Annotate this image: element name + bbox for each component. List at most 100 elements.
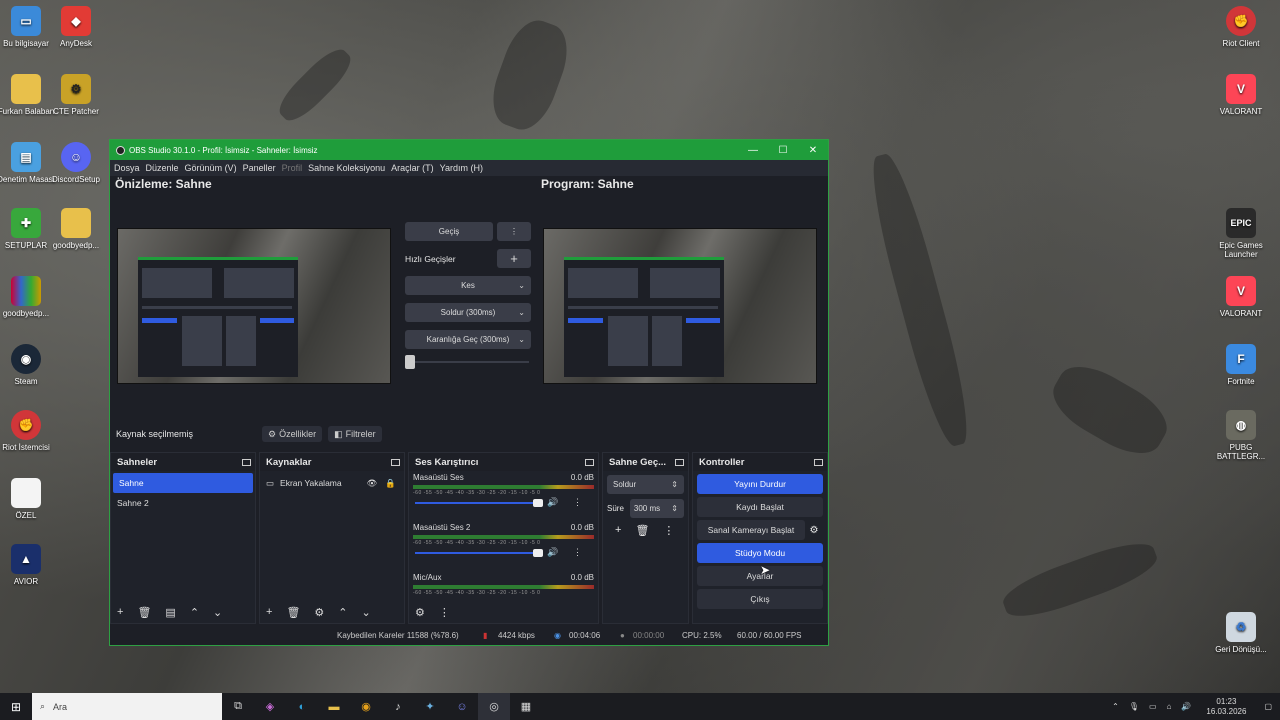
gear-icon[interactable]: ⚙: [805, 525, 823, 536]
app-icon[interactable]: ✦: [414, 693, 446, 720]
desktop-icon-valorant-1[interactable]: V VALORANT: [1209, 74, 1273, 116]
studio-mode-button[interactable]: Stüdyo Modu: [697, 543, 823, 563]
tiktok-icon[interactable]: ♪: [382, 693, 414, 720]
desktop-icon-anydesk[interactable]: ◆ AnyDesk: [44, 6, 108, 48]
scene-item[interactable]: Sahne: [113, 473, 253, 493]
more-vertical-icon[interactable]: ⋮: [573, 497, 582, 508]
transition-panel: Geçiş ⋮ Hızlı Geçişler + Kes ⌄ Soldur (30…: [405, 222, 531, 369]
scene-filters-icon[interactable]: ▤: [165, 606, 175, 619]
chrome-icon[interactable]: ◉: [350, 693, 382, 720]
move-up-icon[interactable]: ⌃: [338, 606, 347, 619]
app2-taskbar-icon[interactable]: ▦: [510, 693, 542, 720]
menu-scene-collection[interactable]: Sahne Koleksiyonu: [308, 163, 385, 173]
undock-icon[interactable]: [675, 458, 684, 466]
speaker-icon[interactable]: 🔊: [547, 547, 558, 558]
task-view-icon[interactable]: ⧉: [222, 693, 254, 720]
desktop-icon-recycle-bin[interactable]: ♻ Geri Dönüşü...: [1209, 612, 1273, 654]
menu-help[interactable]: Yardım (H): [440, 163, 483, 173]
start-recording-button[interactable]: Kaydı Başlat: [697, 497, 823, 517]
desktop-icon-steam[interactable]: ◉ Steam: [0, 344, 58, 386]
clock[interactable]: 01:23 16.03.2026: [1206, 697, 1246, 717]
desktop-icon-riot-client-right[interactable]: ✊ Riot Client: [1209, 6, 1273, 48]
move-down-icon[interactable]: ⌄: [362, 606, 371, 619]
properties-button[interactable]: ⚙ Özellikler: [262, 426, 323, 442]
tray-chevron-icon[interactable]: ⌃: [1112, 702, 1119, 711]
monitor-icon: ▭: [266, 477, 275, 488]
microphone-icon[interactable]: 🎙: [1129, 702, 1139, 711]
menu-file[interactable]: Dosya: [114, 163, 140, 173]
menu-profile[interactable]: Profil: [282, 163, 303, 173]
desktop-icon-cte-patcher[interactable]: ⚙ CTE Patcher: [44, 74, 108, 116]
transition-type-select[interactable]: Soldur ⇕: [607, 475, 684, 494]
remove-source-icon[interactable]: 🗑: [286, 606, 300, 619]
visibility-eye-icon[interactable]: 👁: [367, 478, 378, 489]
move-down-icon[interactable]: ⌄: [213, 606, 222, 619]
menu-edit[interactable]: Düzenle: [146, 163, 179, 173]
lock-icon[interactable]: 🔒: [385, 478, 396, 489]
transition-button[interactable]: Geçiş: [405, 222, 493, 241]
edge-icon[interactable]: ◐: [286, 693, 318, 720]
mixer-settings-icon[interactable]: ⚙: [415, 606, 425, 619]
start-virtual-camera-button[interactable]: Sanal Kamerayı Başlat: [697, 520, 805, 540]
start-button[interactable]: ⊞: [0, 693, 32, 720]
desktop-icon-goodbyedpi-archive[interactable]: goodbyedp...: [0, 276, 58, 318]
quick-transition-cut[interactable]: Kes ⌄: [405, 276, 531, 295]
add-scene-icon[interactable]: +: [117, 606, 123, 618]
desktop-icon-riot-client[interactable]: ✊ Riot İstemcisi: [0, 410, 58, 452]
more-vertical-icon[interactable]: ⋮: [663, 524, 674, 537]
obs-taskbar-icon[interactable]: ◎: [478, 693, 510, 720]
quick-transition-fade[interactable]: Soldur (300ms) ⌄: [405, 303, 531, 322]
desktop-icon-avior[interactable]: ▲ AVIOR: [0, 544, 58, 586]
tbar-handle[interactable]: [405, 355, 415, 369]
menu-bar: Dosya Düzenle Görünüm (V) Paneller Profi…: [110, 160, 828, 176]
undock-icon[interactable]: [391, 458, 400, 466]
source-properties-icon[interactable]: ⚙: [314, 606, 324, 619]
scene-item[interactable]: Sahne 2: [111, 493, 255, 513]
duration-spinbox[interactable]: 300 ms ⇕: [629, 499, 684, 518]
move-up-icon[interactable]: ⌃: [190, 606, 199, 619]
desktop-icon-goodbyedpi-folder[interactable]: goodbyedp...: [44, 208, 108, 250]
copilot-icon[interactable]: ◈: [254, 693, 286, 720]
taskbar-search[interactable]: ⌕ Ara: [32, 693, 222, 720]
menu-docks[interactable]: Paneller: [243, 163, 276, 173]
add-source-icon[interactable]: +: [266, 606, 272, 618]
desktop-icon-pubg[interactable]: ◍ PUBG BATTLEGR...: [1209, 410, 1273, 461]
filters-button[interactable]: ◧ Filtreler: [328, 426, 382, 442]
remove-transition-icon[interactable]: 🗑: [635, 524, 649, 537]
desktop-icon-fortnite[interactable]: F Fortnite: [1209, 344, 1273, 386]
folder-icon: [61, 208, 91, 238]
close-button[interactable]: ✕: [798, 145, 828, 156]
undock-icon[interactable]: [585, 458, 594, 466]
more-vertical-icon[interactable]: ⋮: [573, 547, 582, 558]
battery-icon[interactable]: ▭: [1149, 702, 1157, 711]
volume-slider[interactable]: [533, 499, 543, 507]
undock-icon[interactable]: [242, 458, 251, 466]
add-quick-transition-button[interactable]: +: [497, 249, 531, 268]
desktop-icon-epic[interactable]: EPIC Epic Games Launcher: [1209, 208, 1273, 259]
menu-view[interactable]: Görünüm (V): [185, 163, 237, 173]
transition-more-button[interactable]: ⋮: [497, 222, 531, 241]
remove-scene-icon[interactable]: 🗑: [137, 606, 151, 619]
notifications-icon[interactable]: ▢: [1264, 702, 1272, 711]
undock-icon[interactable]: [814, 458, 823, 466]
volume-icon[interactable]: 🔊: [1181, 702, 1191, 711]
desktop-icon-valorant-2[interactable]: V VALORANT: [1209, 276, 1273, 318]
quick-transition-fade-to-black[interactable]: Karanlığa Geç (300ms) ⌄: [405, 330, 531, 349]
desktop-icon-discord[interactable]: ☺ DiscordSetup: [44, 142, 108, 184]
file-explorer-icon[interactable]: ▬: [318, 693, 350, 720]
discord-taskbar-icon[interactable]: ☺: [446, 693, 478, 720]
tbar-slider[interactable]: [405, 355, 531, 369]
stop-streaming-button[interactable]: Yayını Durdur: [697, 474, 823, 494]
source-item[interactable]: ▭ Ekran Yakalama 👁 🔒: [260, 473, 404, 493]
network-icon[interactable]: ⌂: [1167, 702, 1172, 711]
menu-tools[interactable]: Araçlar (T): [391, 163, 434, 173]
desktop-icon-ozel[interactable]: ÖZEL: [0, 478, 58, 520]
minimize-button[interactable]: —: [738, 145, 768, 156]
speaker-icon[interactable]: 🔊: [547, 497, 558, 508]
volume-slider[interactable]: [533, 549, 543, 557]
exit-button[interactable]: Çıkış: [697, 589, 823, 609]
maximize-button[interactable]: ☐: [768, 145, 798, 156]
add-transition-icon[interactable]: +: [615, 524, 621, 537]
more-vertical-icon[interactable]: ⋮: [439, 606, 450, 619]
preview-canvas[interactable]: [117, 228, 391, 384]
